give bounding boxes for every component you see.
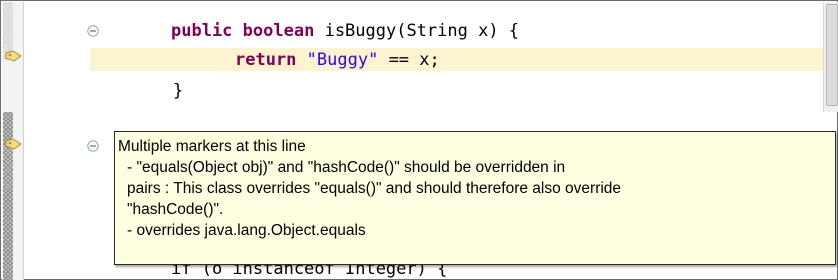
code-line-method-signature[interactable]: public boolean isBuggy(String x) { — [171, 20, 519, 42]
keyword-boolean: boolean — [242, 21, 315, 41]
tooltip-title: Multiple markers at this line — [118, 138, 306, 155]
code-line-return[interactable]: return "Buggy" == x; — [235, 49, 440, 71]
method-declaration: isBuggy(String x) { — [324, 21, 520, 41]
vertical-scrollbar[interactable] — [823, 2, 838, 112]
string-literal: "Buggy" — [306, 50, 379, 70]
code-line-closing-brace[interactable]: } — [173, 80, 183, 102]
warning-marker-icon[interactable] — [5, 50, 23, 62]
tooltip-message-line: - "equals(Object obj)" and "hashCode()" … — [127, 159, 566, 176]
keyword-public: public — [171, 21, 233, 41]
scrollbar-thumb[interactable] — [826, 4, 838, 106]
marker-hover-tooltip: Multiple markers at this line - "equals(… — [114, 131, 836, 265]
warning-marker-icon[interactable] — [5, 138, 23, 150]
collapse-fold-icon[interactable] — [87, 25, 99, 37]
code-editor[interactable]: public boolean isBuggy(String x) { retur… — [0, 0, 838, 280]
tooltip-message-line: "hashCode()". — [127, 201, 224, 218]
tooltip-message-line: - overrides java.lang.Object.equals — [127, 222, 366, 239]
annotation-ruler[interactable] — [2, 2, 24, 280]
collapse-fold-icon[interactable] — [87, 140, 99, 152]
comparison-expression: == x; — [378, 50, 440, 70]
keyword-return: return — [235, 50, 297, 70]
tooltip-message-line: pairs : This class overrides "equals()" … — [127, 180, 622, 197]
current-line-highlight — [90, 48, 830, 71]
